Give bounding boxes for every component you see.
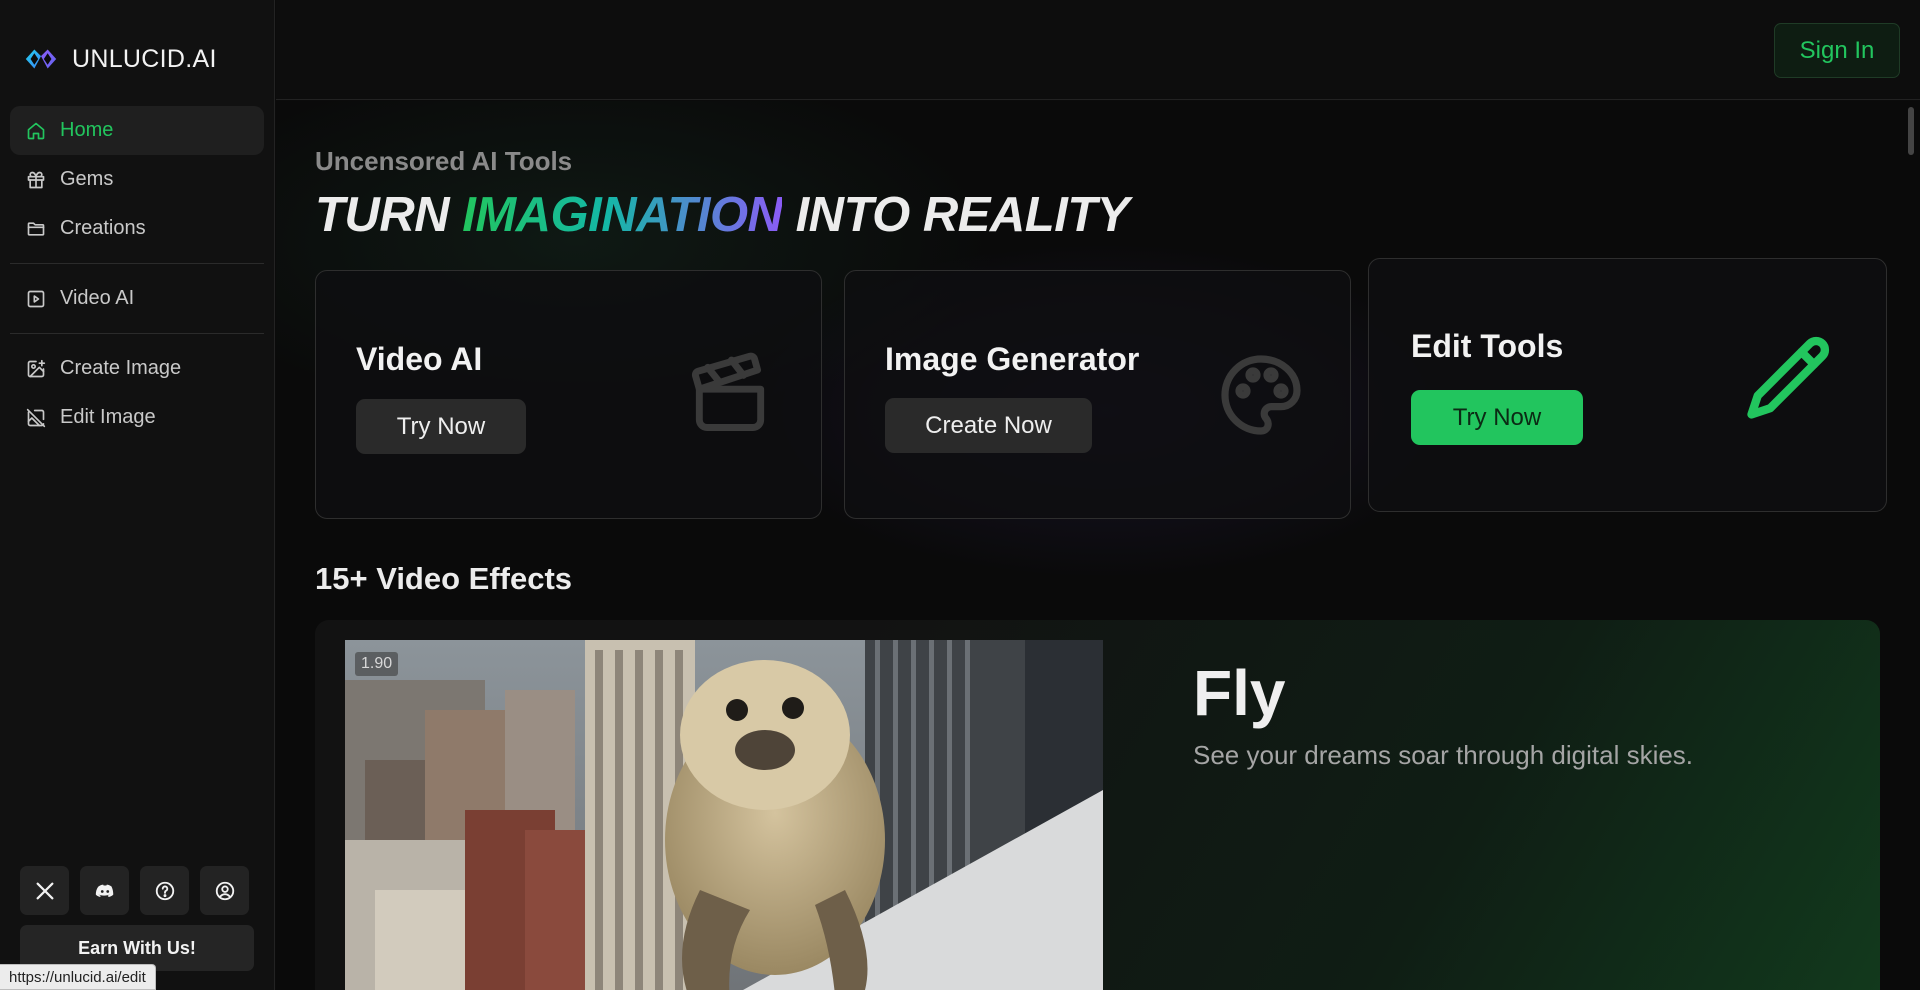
sidebar-item-label: Creations — [60, 217, 146, 239]
sidebar-item-edit-image[interactable]: Edit Image — [10, 393, 264, 442]
brand-name: UNLUCID.AI — [72, 44, 217, 73]
section-title-video-effects: 15+ Video Effects — [315, 561, 573, 596]
user-circle-icon — [215, 881, 234, 900]
sidebar-item-label: Create Image — [60, 357, 182, 379]
discord-icon — [95, 884, 113, 897]
x-icon — [36, 882, 53, 899]
hero-headline: TURN IMAGINATION INTO REALITY — [315, 187, 1129, 243]
sign-in-button[interactable]: Sign In — [1774, 23, 1900, 78]
effect-description: See your dreams soar through digital ski… — [1193, 740, 1694, 770]
sidebar-item-label: Edit Image — [60, 406, 156, 428]
effect-card-fly[interactable]: 1.90 Fly See your dreams soar through di… — [315, 620, 1880, 990]
status-bar-url: https://unlucid.ai/edit — [0, 964, 156, 990]
tool-card-title: Edit Tools — [1411, 328, 1564, 364]
sidebar-divider — [10, 263, 264, 264]
sidebar-item-video-ai[interactable]: Video AI — [10, 274, 264, 323]
tool-card-image-generator[interactable]: Image Generator Create Now — [844, 270, 1351, 519]
headline-highlight: IMAGINATION — [462, 188, 783, 242]
social-links — [20, 866, 249, 915]
effect-title: Fly — [1193, 657, 1286, 729]
sidebar-item-creations[interactable]: Creations — [10, 204, 264, 253]
clapperboard-icon — [691, 352, 765, 431]
tool-card-video-ai[interactable]: Video AI Try Now — [315, 270, 822, 519]
palette-icon — [1221, 355, 1301, 435]
sidebar-item-home[interactable]: Home — [10, 106, 264, 155]
help-icon — [155, 881, 174, 900]
image-generator-create-now-button[interactable]: Create Now — [885, 398, 1092, 453]
hero-eyebrow: Uncensored AI Tools — [315, 146, 573, 176]
discord-button[interactable] — [80, 866, 129, 915]
x-button[interactable] — [20, 866, 69, 915]
image-off-icon — [26, 408, 46, 427]
tool-card-title: Image Generator — [885, 341, 1140, 377]
sidebar-item-label: Video AI — [60, 287, 135, 309]
topbar: Sign In — [276, 0, 1920, 100]
seal-city-image — [345, 640, 1103, 990]
gift-icon — [27, 171, 45, 188]
brand-logo-icon — [25, 49, 57, 69]
home-icon — [27, 122, 45, 139]
headline-post: INTO REALITY — [782, 188, 1130, 242]
speed-badge: 1.90 — [355, 652, 399, 676]
folder-icon — [27, 221, 45, 236]
video-ai-try-now-button[interactable]: Try Now — [356, 399, 526, 454]
sidebar-item-create-image[interactable]: Create Image — [10, 344, 264, 393]
app-root: UNLUCID.AI Home Gems Creations Video AI — [0, 0, 1920, 990]
edit-tools-try-now-button[interactable]: Try Now — [1411, 390, 1583, 445]
brand[interactable]: UNLUCID.AI — [22, 40, 217, 78]
video-icon — [27, 290, 45, 307]
tool-card-edit-tools[interactable]: Edit Tools Try Now — [1368, 258, 1887, 512]
sidebar-nav: Home Gems Creations Video AI Create Imag… — [10, 106, 264, 442]
sidebar-divider — [10, 333, 264, 334]
sidebar-item-gems[interactable]: Gems — [10, 155, 264, 204]
sidebar: UNLUCID.AI Home Gems Creations Video AI — [0, 0, 275, 990]
main-content: Uncensored AI Tools TURN IMAGINATION INT… — [276, 101, 1920, 990]
effect-preview-video[interactable]: 1.90 — [345, 640, 1103, 990]
scrollbar[interactable] — [1908, 107, 1914, 155]
sidebar-item-label: Home — [60, 119, 114, 141]
headline-pre: TURN — [315, 188, 463, 242]
account-button[interactable] — [200, 866, 249, 915]
image-plus-icon — [27, 359, 46, 377]
tool-card-title: Video AI — [356, 341, 483, 377]
sidebar-item-label: Gems — [60, 168, 114, 190]
help-button[interactable] — [140, 866, 189, 915]
pencil-icon — [1747, 336, 1830, 419]
